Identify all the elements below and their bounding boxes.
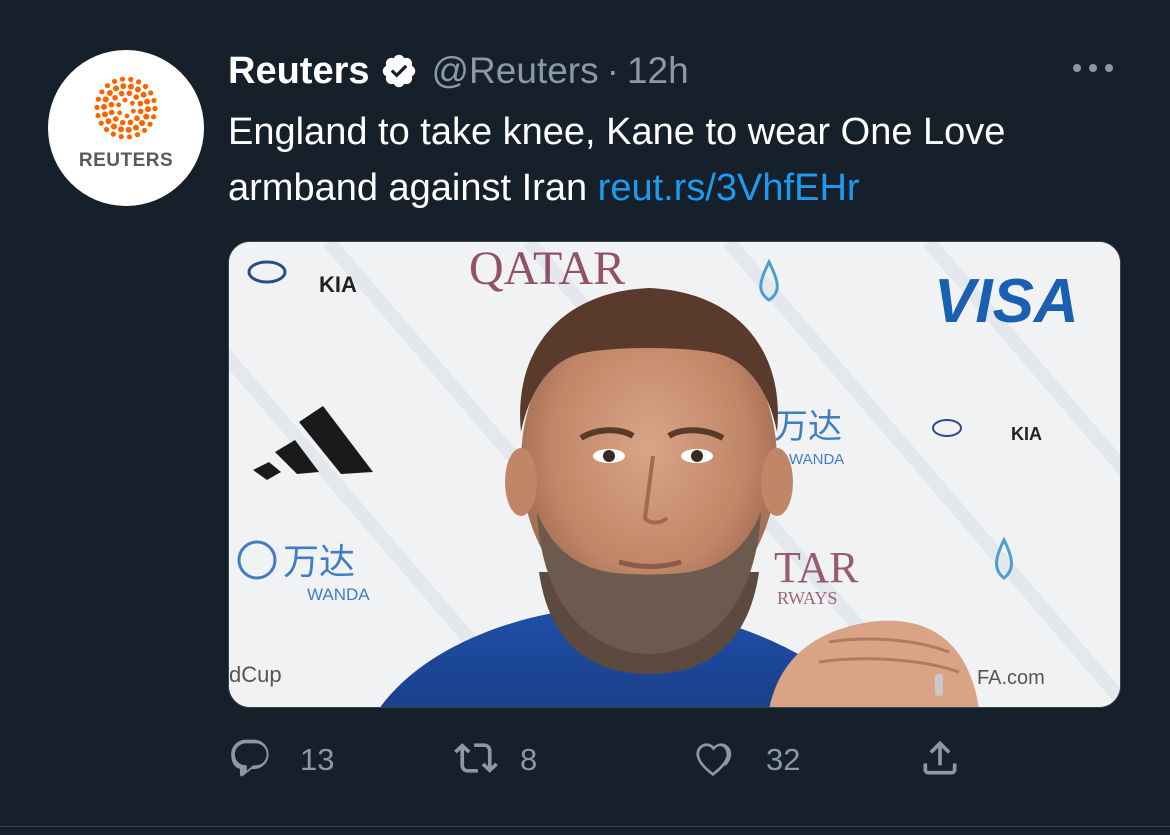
logo-dot <box>99 89 105 95</box>
sponsor-wanda-cn-2: 万达 <box>774 407 842 447</box>
logo-dot <box>101 103 108 110</box>
separator-dot: · <box>606 50 619 91</box>
logo-dot <box>103 126 110 133</box>
logo-dot <box>141 127 148 133</box>
logo-dot <box>142 83 149 90</box>
tweet-text: England to take knee, Kane to wear One L… <box>228 104 1128 216</box>
sponsor-qatar-airways: TAR <box>774 543 859 592</box>
logo-dot <box>101 111 108 118</box>
logo-dot <box>134 115 140 122</box>
logo-dot <box>127 83 134 90</box>
logo-dot <box>148 90 154 96</box>
logo-dot <box>95 96 101 102</box>
retweet-count: 8 <box>520 742 538 777</box>
logo-dot <box>140 91 147 98</box>
logo-dot <box>126 90 133 97</box>
timestamp[interactable]: 12h <box>627 50 689 92</box>
reuters-logo-icon <box>94 76 158 140</box>
author-name[interactable]: Reuters <box>228 50 370 93</box>
logo-dot <box>147 121 153 127</box>
logo-dot <box>136 79 142 85</box>
divider <box>0 826 1170 827</box>
logo-dot <box>130 108 136 114</box>
logo-dot <box>144 106 151 113</box>
tweet[interactable]: REUTERS Reuters @Reuters · 12h England t… <box>0 0 1170 835</box>
sponsor-wanda-2: WANDA <box>789 451 844 468</box>
logo-dot <box>124 113 130 119</box>
press-conference-photo: KIA QATAR VISA 万达 WANDA 万达 WANDA KIA TAR… <box>229 242 1120 707</box>
logo-dot <box>108 109 115 116</box>
logo-dot <box>113 85 120 92</box>
sponsor-wanda-cn: 万达 <box>283 542 355 583</box>
logo-dot <box>106 89 113 96</box>
logo-dot <box>118 90 125 97</box>
sponsor-airways: RWAYS <box>777 588 837 608</box>
logo-dot <box>116 102 122 108</box>
retweet-button[interactable]: 8 <box>454 730 537 790</box>
logo-dot <box>120 83 127 90</box>
tweet-link[interactable]: reut.rs/3VhfEHr <box>598 167 860 209</box>
logo-dot <box>102 96 109 103</box>
like-count: 32 <box>766 742 801 777</box>
logo-dot <box>143 113 150 120</box>
logo-dot <box>126 134 133 140</box>
logo-dot <box>94 104 100 110</box>
logo-dot <box>139 120 146 127</box>
logo-dot <box>127 119 134 126</box>
reply-count: 13 <box>300 742 335 777</box>
logo-dot <box>128 76 134 82</box>
avatar[interactable]: REUTERS <box>48 50 204 206</box>
logo-dot <box>108 101 115 108</box>
retweet-icon <box>454 736 498 785</box>
logo-dot <box>105 118 112 125</box>
logo-dot <box>144 98 151 105</box>
avatar-logo-text: REUTERS <box>78 150 174 171</box>
logo-dot <box>112 116 119 122</box>
logo-dot <box>151 114 157 120</box>
logo-dot <box>119 76 126 82</box>
share-icon <box>918 736 962 785</box>
sponsor-kia-2: KIA <box>1011 424 1042 444</box>
reply-button[interactable]: 13 <box>228 730 334 790</box>
logo-dot <box>122 97 128 103</box>
logo-dot <box>133 94 140 100</box>
author-handle[interactable]: @Reuters <box>432 50 599 92</box>
sponsor-wanda: WANDA <box>307 585 370 604</box>
logo-dot <box>151 97 157 104</box>
sponsor-qatar: QATAR <box>469 242 625 295</box>
logo-dot <box>132 124 139 131</box>
sponsor-worldcup: dCup <box>229 662 282 687</box>
like-button[interactable]: 32 <box>690 730 800 790</box>
logo-dot <box>137 100 144 107</box>
logo-dot <box>125 126 132 133</box>
share-button[interactable] <box>918 730 962 790</box>
logo-dot <box>112 94 118 101</box>
sponsor-visa: VISA <box>934 267 1079 336</box>
logo-dot <box>117 110 123 116</box>
like-icon <box>690 736 734 785</box>
reply-icon <box>228 736 272 785</box>
logo-dot <box>119 119 126 126</box>
logo-dot <box>118 134 124 140</box>
logo-dot <box>134 132 141 138</box>
logo-dot <box>111 78 118 84</box>
sponsor-fifa: FA.com <box>977 667 1045 689</box>
logo-dot <box>95 112 101 119</box>
logo-dot <box>98 120 104 126</box>
logo-dot <box>129 100 135 106</box>
more-icon[interactable] <box>1068 52 1120 84</box>
verified-icon <box>380 52 418 90</box>
logo-dot <box>104 83 111 89</box>
logo-dot <box>137 108 144 115</box>
logo-dot <box>111 123 118 130</box>
logo-dot <box>110 131 116 137</box>
logo-dot <box>134 86 141 93</box>
sponsor-kia-1: KIA <box>319 272 357 297</box>
tweet-media-image[interactable]: KIA QATAR VISA 万达 WANDA 万达 WANDA KIA TAR… <box>228 241 1121 708</box>
tweet-actions: 13 8 32 <box>228 730 1128 790</box>
logo-dot <box>152 106 158 112</box>
tweet-header: Reuters @Reuters · 12h <box>228 46 689 96</box>
logo-dot <box>118 126 125 133</box>
